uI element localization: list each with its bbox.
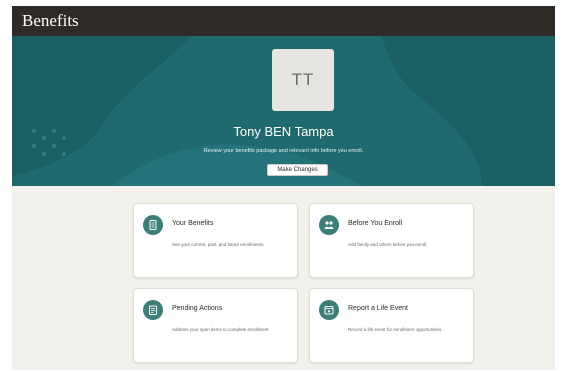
card-report-life-event[interactable]: Report a Life Event Record a life event … [309,288,474,363]
banner-subtitle: Review your benefits package and relevan… [203,148,364,154]
profile-banner: TT Tony BEN Tampa Review your benefits p… [12,36,555,186]
card-description: Add family and others before you enroll [348,242,427,247]
card-title: Report a Life Event [348,305,408,312]
card-title: Your Benefits [172,220,214,227]
family-icon [319,215,339,235]
life-event-icon [319,300,339,320]
checklist-icon [143,300,163,320]
card-before-you-enroll[interactable]: Before You Enroll Add family and others … [309,203,474,278]
app-header: Benefits [12,6,555,36]
card-title: Before You Enroll [348,220,403,227]
benefits-document-icon [143,215,163,235]
person-name: Tony BEN Tampa [233,124,334,139]
card-your-benefits[interactable]: Your Benefits See your current, past, an… [133,203,298,278]
make-changes-button[interactable]: Make Changes [267,164,328,176]
avatar: TT [272,49,334,111]
card-pending-actions[interactable]: Pending Actions Address your open items … [133,288,298,363]
card-title: Pending Actions [172,305,223,312]
card-description: Address your open items to complete enro… [172,327,269,332]
benefits-page: Benefits TT Tony BEN Tampa Review your b… [12,6,555,370]
card-description: Record a life event for enrollment oppor… [348,327,442,332]
card-description: See your current, past, and future enrol… [172,242,264,247]
app-title: Benefits [22,11,79,30]
